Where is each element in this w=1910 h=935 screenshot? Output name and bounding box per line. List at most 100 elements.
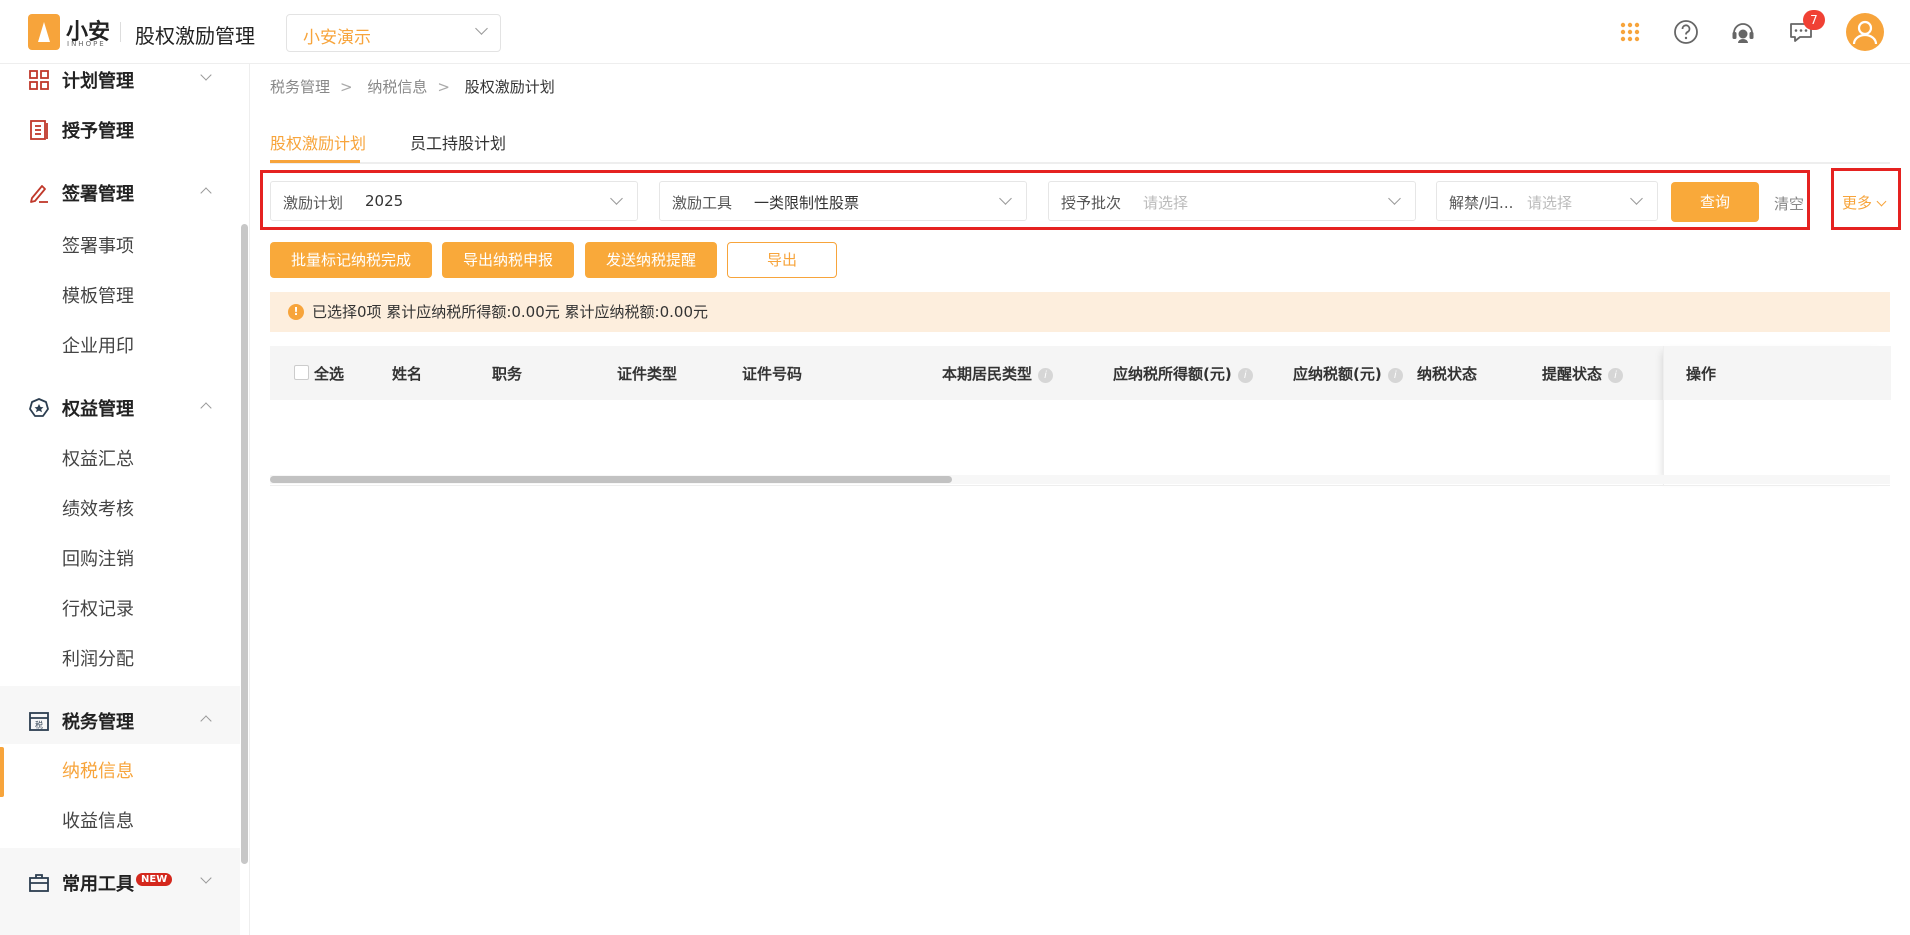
chevron-down-icon [475,22,488,35]
user-avatar-icon[interactable] [1846,13,1884,51]
filter-label: 授予批次 [1061,194,1122,212]
sidebar-item-sign-items[interactable]: 签署事项 [0,222,240,272]
sidebar-item-buyback[interactable]: 回购注销 [0,535,240,585]
sidebar-item-performance[interactable]: 绩效考核 [0,485,240,535]
sidebar-item-tools[interactable]: 常用工具 NEW [0,857,240,907]
column-header-resident-type: 本期居民类型 i [942,363,1054,384]
tax-icon: 税 [29,712,49,731]
filter-value: 一类限制性股票 [754,194,860,212]
filter-value: 2025 [365,192,404,210]
column-header-label: 应纳税额(元) [1293,365,1382,383]
column-header-label: 应纳税所得额(元) [1113,365,1232,383]
info-icon[interactable]: i [1038,368,1054,383]
column-header-tax-status: 纳税状态 [1417,365,1478,383]
table-horizontal-scrollbar[interactable] [270,476,952,483]
query-button[interactable]: 查询 [1671,182,1759,222]
column-header-id-type: 证件类型 [617,365,678,383]
toolbox-icon [29,874,49,892]
info-icon[interactable]: i [1608,368,1624,383]
sidebar-item-label: 授予管理 [62,121,134,142]
help-icon[interactable] [1671,17,1701,47]
sidebar-item-seal[interactable]: 企业用印 [0,322,240,372]
sidebar-item-grant-management[interactable]: 授予管理 [0,104,240,154]
sidebar-item-income-info[interactable]: 收益信息 [0,797,240,847]
sidebar-item-label: 计划管理 [62,71,134,92]
plan-icon [29,70,49,90]
filter-placeholder: 请选择 [1527,194,1573,212]
tab-bar: 股权激励计划 员工持股计划 [270,120,1890,164]
column-header-label: 本期居民类型 [942,365,1033,383]
app-title: 股权激励管理 [135,24,255,48]
sign-icon [30,185,48,203]
column-header-name: 姓名 [392,365,423,383]
filter-incentive-plan[interactable]: 激励计划 2025 [270,181,638,221]
chevron-up-icon [200,187,212,199]
sidebar-item-plan-management[interactable]: 计划管理 [0,64,240,104]
filter-grant-batch[interactable]: 授予批次 请选择 [1048,181,1416,221]
chevron-down-icon [200,872,212,884]
company-select-value: 小安演示 [303,28,371,48]
sidebar-item-label: 常用工具 [62,874,134,895]
new-tag: NEW [136,873,173,886]
chevron-up-icon [200,715,212,727]
batch-mark-tax-complete-button[interactable]: 批量标记纳税完成 [270,242,432,278]
column-header-select-all[interactable]: 全选 [314,363,344,384]
svg-text:税: 税 [35,720,43,730]
chevron-down-icon [1876,196,1887,207]
logo-divider [120,22,121,42]
sidebar-item-label: 权益管理 [62,399,134,420]
export-tax-declaration-button[interactable]: 导出纳税申报 [442,242,574,278]
apps-grid-icon[interactable] [1615,17,1645,47]
sidebar-item-equity-summary[interactable]: 权益汇总 [0,435,240,485]
operations-column: 操作 [1663,346,1891,486]
more-label: 更多 [1842,194,1873,212]
breadcrumb-item[interactable]: 纳税信息 [367,78,427,96]
column-header-operations: 操作 [1686,365,1717,383]
select-all-checkbox[interactable] [294,365,309,380]
breadcrumb-item[interactable]: 税务管理 [270,78,330,96]
filter-incentive-tool[interactable]: 激励工具 一类限制性股票 [659,181,1027,221]
sidebar-item-tax-info[interactable]: 纳税信息 [0,747,240,797]
sidebar-item-label: 纳税信息 [62,761,134,782]
tab-active-underline [270,160,360,163]
chevron-down-icon [1388,192,1401,205]
notice-text: 已选择0项 累计应纳税所得额:0.00元 累计应纳税额:0.00元 [312,303,708,321]
column-header-taxable-income: 应纳税所得额(元) i [1113,363,1253,384]
company-select[interactable]: 小安演示 [286,14,501,52]
info-icon[interactable]: i [1237,368,1253,383]
column-header-reminder-status: 提醒状态 i [1542,363,1624,384]
filter-placeholder: 请选择 [1143,194,1189,212]
breadcrumb-separator-icon: > [437,78,450,96]
equity-icon [29,398,49,417]
sidebar-item-profit-distribution[interactable]: 利润分配 [0,635,240,685]
clear-button[interactable]: 清空 [1774,193,1804,214]
filter-label: 激励工具 [672,194,733,212]
filter-unlock-vesting[interactable]: 解禁/归... 请选择 [1436,181,1658,221]
sidebar-item-templates[interactable]: 模板管理 [0,272,240,322]
chevron-down-icon [1630,192,1643,205]
filter-label: 解禁/归... [1449,194,1514,212]
support-headset-icon[interactable] [1728,17,1758,47]
chevron-down-icon [999,192,1012,205]
sidebar-item-sign-management[interactable]: 签署管理 [0,167,240,217]
sidebar-item-tax-management[interactable]: 税 税务管理 [0,695,240,745]
tab-esop-plan[interactable]: 员工持股计划 [410,130,506,154]
chevron-up-icon [200,402,212,414]
column-header-id-number: 证件号码 [742,365,803,383]
selection-summary-notice: ! 已选择0项 累计应纳税所得额:0.00元 累计应纳税额:0.00元 [270,292,1890,332]
sidebar-item-label: 税务管理 [62,712,134,733]
logo-icon [28,14,60,50]
breadcrumb: 税务管理 > 纳税信息 > 股权激励计划 [270,76,563,97]
info-icon[interactable]: i [1387,368,1403,383]
chevron-down-icon [610,192,623,205]
sidebar-item-equity-management[interactable]: 权益管理 [0,382,240,432]
sidebar-scrollbar[interactable] [241,224,248,864]
more-filters-button[interactable]: 更多 [1842,192,1887,213]
column-header-label: 提醒状态 [1542,365,1603,383]
sidebar-item-exercise-records[interactable]: 行权记录 [0,585,240,635]
tab-equity-plan[interactable]: 股权激励计划 [270,130,366,154]
filter-label: 激励计划 [283,194,344,212]
sidebar: 计划管理 授予管理 签署管理 签署事项 模板管理 企业用印 权益管理 权益汇总 [0,64,250,935]
send-tax-reminder-button[interactable]: 发送纳税提醒 [585,242,717,278]
export-button[interactable]: 导出 [727,242,837,278]
